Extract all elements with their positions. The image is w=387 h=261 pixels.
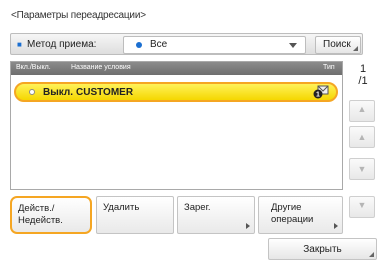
submenu-arrow-icon [246, 223, 250, 229]
other-operations-button[interactable]: Другие операции [258, 196, 343, 234]
selected-dot-icon [136, 42, 142, 48]
corner-arrow-icon [369, 252, 374, 257]
receive-method-value: Все [150, 39, 168, 50]
current-page: 1 [359, 63, 367, 75]
search-button-label: Поиск [323, 39, 351, 50]
previous-page-button[interactable]: ▲ [349, 126, 375, 148]
delete-button[interactable]: Удалить [96, 196, 174, 234]
list-item[interactable]: Выкл. CUSTOMER 1 [14, 82, 338, 102]
forwarding-conditions-list: Вкл./Выкл. Название условия Тип Выкл. CU… [10, 61, 343, 190]
chevron-down-icon: ▼ [357, 164, 367, 174]
row-status: Выкл. [43, 87, 74, 98]
column-header-type: Тип [323, 64, 335, 71]
close-button[interactable]: Закрыть [268, 238, 377, 260]
activate-deactivate-button[interactable]: Действ./ Недейств. [10, 196, 92, 234]
status-dot-icon [29, 89, 35, 95]
chevron-up-icon: ▲ [357, 132, 367, 142]
chevron-double-down-icon: ▼ [357, 200, 367, 210]
chevron-double-up-icon: ▲ [357, 104, 367, 114]
other-operations-label: Другие операции [271, 202, 314, 225]
column-header-name: Название условия [71, 64, 131, 71]
list-header: Вкл./Выкл. Название условия Тип [11, 62, 342, 75]
delete-label: Удалить [103, 202, 140, 213]
column-header-on-off: Вкл./Выкл. [16, 64, 51, 71]
close-label: Закрыть [303, 244, 342, 255]
page-indicator: 1 /1 [351, 61, 375, 87]
register-button[interactable]: Зарег. [177, 196, 255, 234]
chevron-down-icon [289, 43, 297, 48]
activate-deactivate-label: Действ./ Недейств. [18, 203, 63, 226]
bullet-icon: ■ [17, 40, 22, 49]
row-condition-name: CUSTOMER [76, 87, 134, 98]
submenu-arrow-icon [334, 223, 338, 229]
first-page-button[interactable]: ▲ [349, 100, 375, 122]
search-button[interactable]: Поиск [315, 36, 361, 54]
next-page-button[interactable]: ▼ [349, 158, 375, 180]
filter-bar: ■ Метод приема: Все Поиск [10, 33, 363, 55]
register-label: Зарег. [184, 202, 211, 213]
receive-method-label: Метод приема: [27, 39, 97, 50]
last-page-button[interactable]: ▼ [349, 196, 375, 218]
svg-text:1: 1 [316, 92, 320, 99]
forward-type-icon: 1 [313, 85, 329, 99]
window-title: <Параметры переадресации> [11, 10, 146, 21]
receive-method-select[interactable]: Все [123, 36, 306, 54]
total-pages: /1 [358, 75, 368, 87]
corner-arrow-icon [353, 46, 358, 51]
